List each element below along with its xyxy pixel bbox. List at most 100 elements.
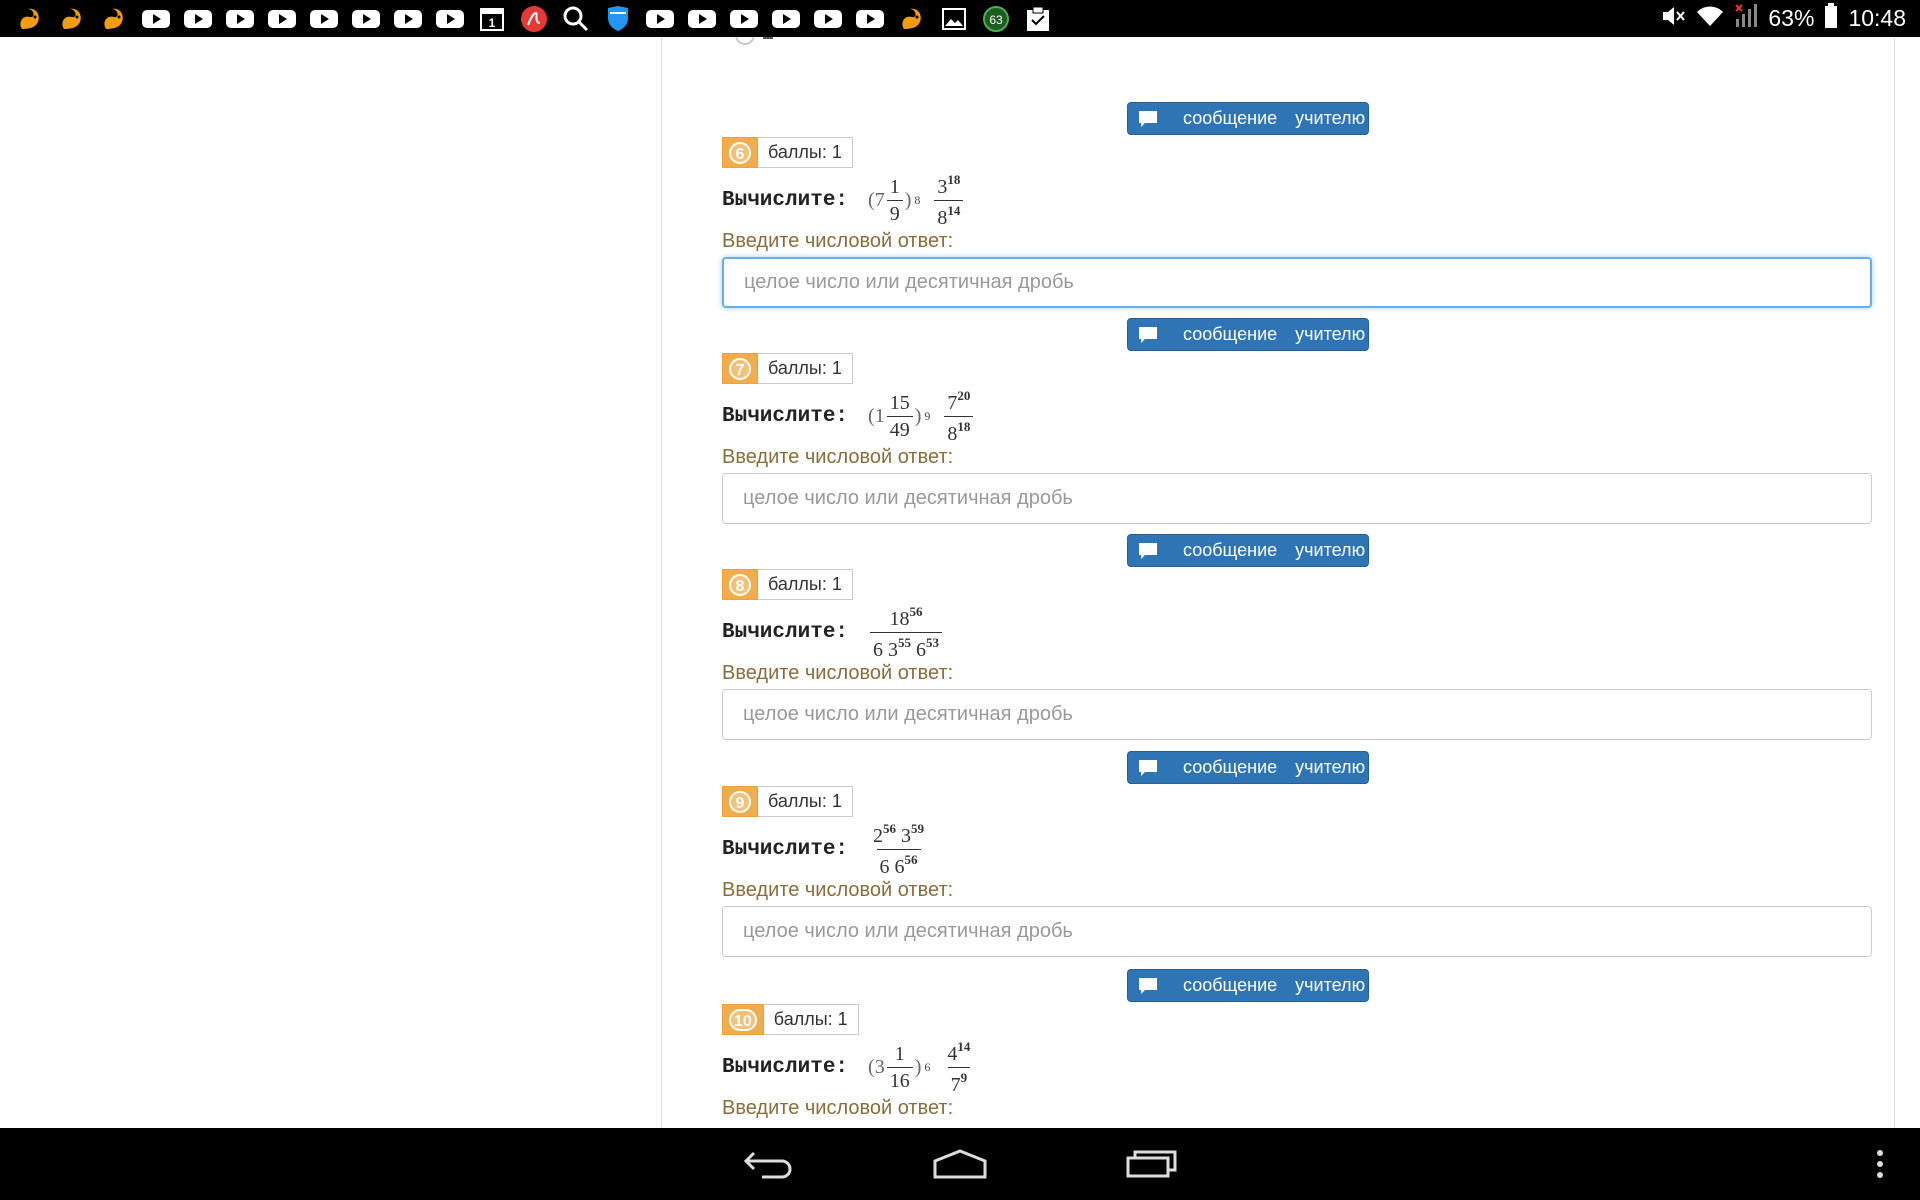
points-label: баллы: 1 (758, 569, 853, 600)
youtube-icon (140, 4, 171, 34)
youtube-icon (224, 4, 255, 34)
question-label: Вычислите: (722, 188, 849, 212)
youtube-icon (770, 4, 801, 34)
task-number: 6 (722, 137, 758, 168)
answer-prompt: Введите числовой ответ: (722, 879, 954, 901)
youtube-icon (266, 4, 297, 34)
cut-off-text (763, 37, 773, 39)
answer-input[interactable]: целое число или десятичная дробь (722, 473, 1872, 524)
image-icon (938, 4, 969, 34)
score-badge: 10 баллы: 1 (722, 1004, 859, 1035)
teacher-label: учителю (1295, 540, 1366, 560)
question-label: Вычислите: (722, 404, 849, 428)
points-label: баллы: 1 (758, 353, 853, 384)
squirrel-icon (14, 4, 45, 34)
pdf-icon (518, 4, 549, 34)
chat-icon (1138, 110, 1158, 128)
task-number: 10 (722, 1004, 764, 1035)
squirrel-icon (56, 4, 87, 34)
home-button[interactable] (930, 1144, 990, 1184)
badge-icon: 63 (980, 4, 1011, 34)
message-teacher-button[interactable]: сообщение учителю (1127, 534, 1369, 567)
navigation-bar (0, 1128, 1920, 1200)
teacher-label: учителю (1295, 324, 1366, 344)
answer-prompt: Введите числовой ответ: (722, 1097, 954, 1119)
svg-text:1: 1 (488, 16, 495, 30)
back-button[interactable] (738, 1144, 798, 1184)
svg-text:63: 63 (989, 13, 1003, 27)
battery-percent: 63% (1768, 5, 1815, 31)
page: сообщение учителю 6 баллы: 1 Вычислите: (… (0, 37, 1920, 1128)
system-indicators: 63% 10:48 (1660, 0, 1906, 37)
message-label: сообщение (1183, 540, 1278, 560)
task-number: 9 (722, 786, 758, 817)
clock: 10:48 (1848, 5, 1906, 31)
points-label: баллы: 1 (758, 786, 853, 817)
battery-icon (1824, 2, 1838, 35)
youtube-icon (812, 4, 843, 34)
message-teacher-button[interactable]: сообщение учителю (1127, 751, 1369, 784)
math-expression: (3 1 16 ) 6 414 79 (868, 1038, 971, 1096)
question: Вычислите: (1 15 49 ) 9 720 818 (722, 386, 975, 446)
math-expression: 256 359 6 656 (873, 820, 925, 878)
answer-input[interactable]: целое число или десятичная дробь (722, 906, 1872, 957)
answer-prompt: Введите числовой ответ: (722, 662, 954, 684)
message-label: сообщение (1183, 108, 1278, 128)
youtube-icon (392, 4, 423, 34)
score-badge: 7 баллы: 1 (722, 353, 853, 384)
youtube-icon (182, 4, 213, 34)
youtube-icon (854, 4, 885, 34)
chat-icon (1138, 542, 1158, 560)
search-icon (560, 4, 591, 34)
youtube-icon (434, 4, 465, 34)
answer-input[interactable]: целое число или десятичная дробь (722, 257, 1872, 308)
teacher-label: учителю (1295, 757, 1366, 777)
question: Вычислите: (7 19 ) 8 318 814 (722, 170, 965, 230)
answer-prompt: Введите числовой ответ: (722, 446, 954, 468)
message-label: сообщение (1183, 757, 1278, 777)
squirrel-icon (896, 4, 927, 34)
clipboard-icon (1022, 4, 1053, 34)
chat-icon (1138, 759, 1158, 777)
question-label: Вычислите: (722, 837, 849, 861)
score-badge: 9 баллы: 1 (722, 786, 853, 817)
question-label: Вычислите: (722, 620, 849, 644)
shield-icon (602, 4, 633, 34)
task-number: 7 (722, 353, 758, 384)
teacher-label: учителю (1295, 108, 1366, 128)
message-label: сообщение (1183, 975, 1278, 995)
math-expression: (7 19 ) 8 318 814 (868, 173, 965, 228)
youtube-icon (728, 4, 759, 34)
task-number: 8 (722, 569, 758, 600)
teacher-label: учителю (1295, 975, 1366, 995)
youtube-icon (350, 4, 381, 34)
menu-dots-button[interactable] (1852, 1144, 1908, 1184)
score-badge: 6 баллы: 1 (722, 137, 853, 168)
mute-icon (1660, 4, 1686, 34)
answer-prompt: Введите числовой ответ: (722, 230, 954, 252)
math-expression: (1 15 49 ) 9 720 818 (868, 389, 975, 444)
message-label: сообщение (1183, 324, 1278, 344)
points-label: баллы: 1 (758, 137, 853, 168)
question-label: Вычислите: (722, 1055, 849, 1079)
youtube-icon (644, 4, 675, 34)
recents-button[interactable] (1122, 1144, 1182, 1184)
question: Вычислите: 1856 6 355 653 (722, 602, 944, 662)
wifi-icon (1696, 4, 1724, 34)
question: Вычислите: 256 359 6 656 (722, 819, 929, 879)
chat-icon (1138, 977, 1158, 995)
chat-icon (1138, 326, 1158, 344)
squirrel-icon (98, 4, 129, 34)
math-expression: 1856 6 355 653 (868, 605, 944, 660)
question: Вычислите: (3 1 16 ) 6 414 79 (722, 1037, 975, 1097)
calendar-icon: 1 (476, 4, 507, 34)
youtube-icon (686, 4, 717, 34)
notification-icons: 1 63 (14, 4, 1053, 34)
status-bar: 1 63 63% 10:48 (0, 0, 1920, 37)
answer-input[interactable]: целое число или десятичная дробь (722, 689, 1872, 740)
message-teacher-button[interactable]: сообщение учителю (1127, 969, 1369, 1002)
score-badge: 8 баллы: 1 (722, 569, 853, 600)
message-teacher-button[interactable]: сообщение учителю (1127, 318, 1369, 351)
signal-icon (1734, 3, 1758, 35)
message-teacher-button[interactable]: сообщение учителю (1127, 102, 1369, 135)
